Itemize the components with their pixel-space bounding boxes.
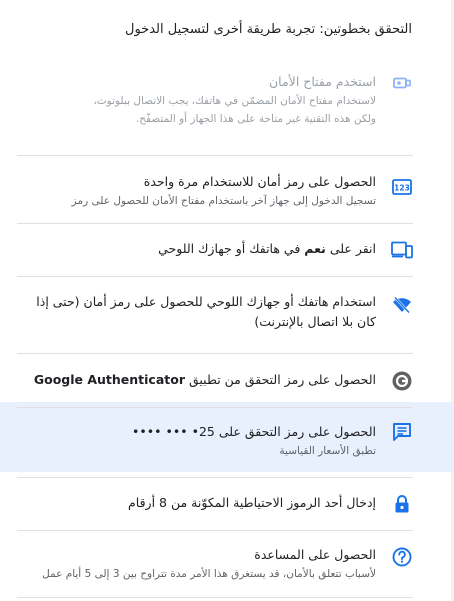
option-tap-yes[interactable]: انقر على نعم في هاتفك أو جهازك اللوحي <box>17 224 413 277</box>
option-title-part: الحصول على رمز التحقق من تطبيق <box>185 372 376 387</box>
option-backup-codes[interactable]: إدخال أحد الرموز الاحتياطية المكوّنة من … <box>17 478 413 531</box>
page-title: التحقق بخطوتين: تجربة طريقة أخرى لتسجيل … <box>125 22 412 37</box>
option-title: الحصول على رمز التحقق على •••• ••• •25 <box>17 422 376 442</box>
offline-phone-icon <box>391 294 413 316</box>
option-one-time-code[interactable]: 123 الحصول على رمز أمان للاستخدام مرة وا… <box>17 156 413 224</box>
option-title-line2: كان بلا اتصال بالإنترنت) <box>254 314 376 329</box>
security-key-icon <box>391 72 413 94</box>
option-title: استخدم مفتاح الأمان <box>269 74 376 89</box>
option-desc-line2: ولكن هذه التقنية غير متاحة على هذا الجها… <box>135 113 376 125</box>
option-offline-code[interactable]: استخدام هاتفك أو جهازك اللوحي للحصول على… <box>17 277 413 354</box>
lock-icon <box>391 493 413 515</box>
option-title-part: في هاتفك أو جهازك اللوحي <box>158 241 305 256</box>
option-desc-line1: لاستخدام مفتاح الأمان المضمّن في هاتفك، … <box>93 95 376 107</box>
option-title: انقر على نعم في هاتفك أو جهازك اللوحي <box>17 239 376 259</box>
option-title: الحصول على رمز التحقق من تطبيق Google Au… <box>17 370 376 390</box>
option-sms-code[interactable]: الحصول على رمز التحقق على •••• ••• •25 ت… <box>17 408 413 478</box>
option-desc: تسجيل الدخول إلى جهاز آخر باستخدام مفتاح… <box>71 195 376 207</box>
sms-message-icon <box>391 421 413 443</box>
numeric-123-icon: 123 <box>391 176 413 198</box>
devices-icon <box>391 239 413 261</box>
option-title: الحصول على المساعدة <box>254 547 376 562</box>
option-title-part: انقر على <box>325 241 376 256</box>
option-desc: تطبق الأسعار القياسية <box>279 445 376 457</box>
option-desc: لأسباب تتعلق بالأمان، قد يستغرق هذا الأم… <box>42 568 376 580</box>
masked-phone-number: •••• ••• •25 <box>132 424 215 439</box>
help-icon <box>391 546 413 568</box>
option-title-bold: نعم <box>304 241 326 256</box>
option-get-help[interactable]: الحصول على المساعدة لأسباب تتعلق بالأمان… <box>17 531 413 598</box>
option-title-bold: Google Authenticator <box>33 372 185 387</box>
svg-text:123: 123 <box>394 184 410 193</box>
option-security-key: استخدم مفتاح الأمان لاستخدام مفتاح الأما… <box>17 66 413 156</box>
option-title-line1: استخدام هاتفك أو جهازك اللوحي للحصول على… <box>36 294 376 309</box>
google-authenticator-icon <box>391 370 413 392</box>
verification-options-page: التحقق بخطوتين: تجربة طريقة أخرى لتسجيل … <box>0 0 454 601</box>
option-google-authenticator[interactable]: الحصول على رمز التحقق من تطبيق Google Au… <box>17 354 413 408</box>
option-title: الحصول على رمز أمان للاستخدام مرة واحدة <box>143 174 376 189</box>
option-title-part: الحصول على رمز التحقق على <box>214 424 376 439</box>
option-title: إدخال أحد الرموز الاحتياطية المكوّنة من … <box>128 495 376 510</box>
